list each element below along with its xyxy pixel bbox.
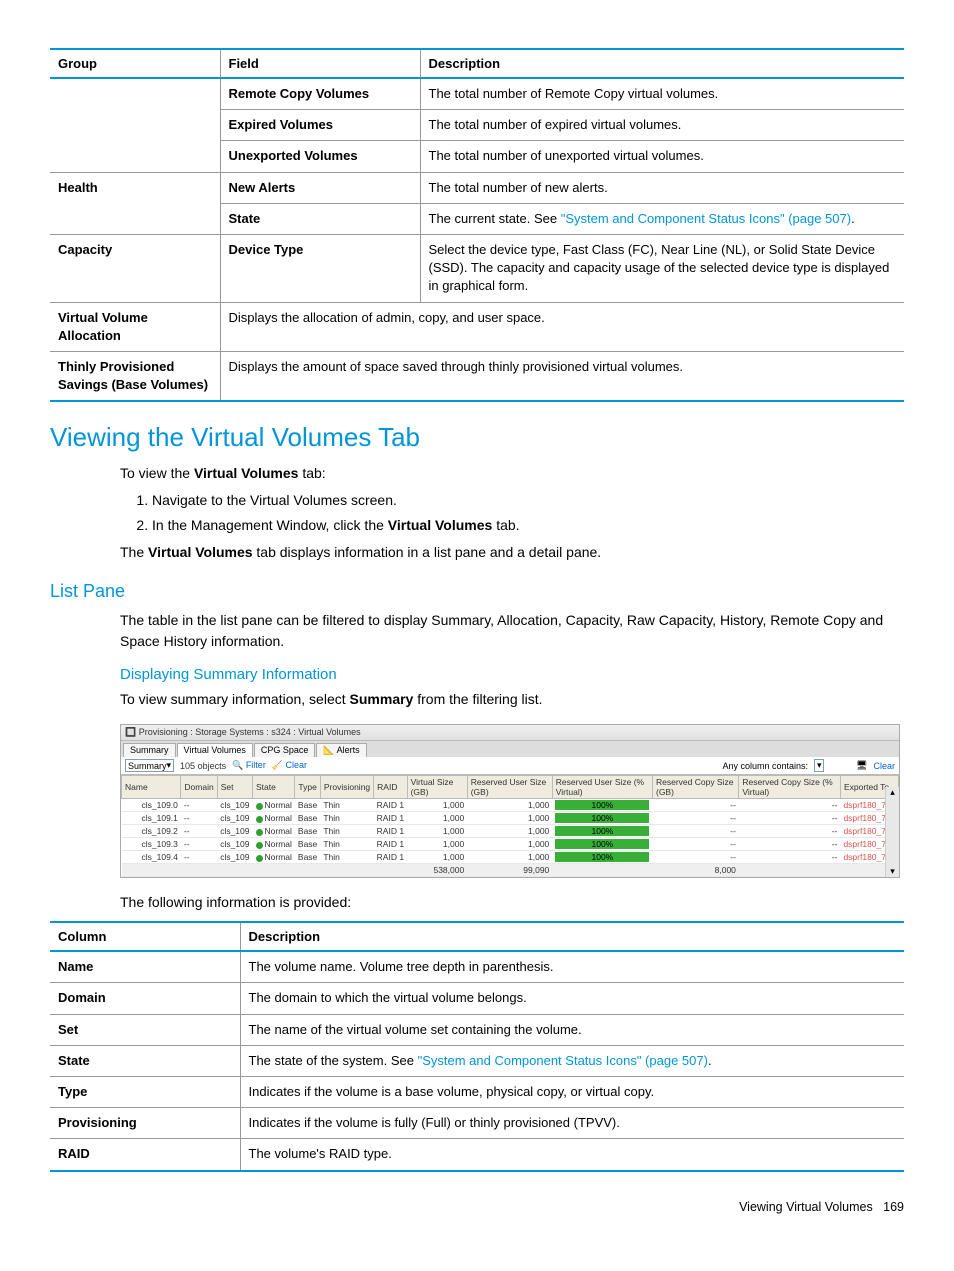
- status-dot-icon: [256, 816, 263, 823]
- cell-description: The volume name. Volume tree depth in pa…: [240, 951, 904, 983]
- status-dot-icon: [256, 855, 263, 862]
- grid-header[interactable]: RAID: [374, 776, 407, 799]
- any-column-label: Any column contains:: [723, 761, 809, 771]
- cell-desc: Displays the allocation of admin, copy, …: [220, 302, 904, 351]
- cell-group-capacity: Capacity: [50, 234, 220, 302]
- cell-description: The volume's RAID type.: [240, 1139, 904, 1171]
- scrollbar[interactable]: ▴ ▾: [885, 787, 899, 877]
- cell-column: Name: [50, 951, 240, 983]
- cell-description: Indicates if the volume is fully (Full) …: [240, 1108, 904, 1139]
- table-row[interactable]: cls_109.2--cls_109NormalBaseThinRAID 11,…: [122, 825, 899, 838]
- clear-link-2[interactable]: Clear: [873, 761, 895, 771]
- cell-field: Unexported Volumes: [220, 141, 420, 172]
- total-ruser: 99,090: [467, 864, 552, 877]
- cell-field: Expired Volumes: [220, 110, 420, 141]
- listpane-p: The table in the list pane can be filter…: [120, 610, 904, 652]
- cell-description: The domain to which the virtual volume b…: [240, 983, 904, 1014]
- th-column: Column: [50, 922, 240, 951]
- grid-header[interactable]: Reserved User Size (GB): [467, 776, 552, 799]
- link-status-icons[interactable]: "System and Component Status Icons" (pag…: [418, 1053, 708, 1068]
- status-dot-icon: [256, 829, 263, 836]
- cell-desc: The current state. See "System and Compo…: [420, 203, 904, 234]
- total-vsize: 538,000: [407, 864, 467, 877]
- grid-header[interactable]: Reserved Copy Size (% Virtual): [739, 776, 841, 799]
- table-row[interactable]: cls_109.0--cls_109NormalBaseThinRAID 11,…: [122, 799, 899, 812]
- th-description: Description: [420, 49, 904, 78]
- cell-desc: The total number of unexported virtual v…: [420, 141, 904, 172]
- step-1: Navigate to the Virtual Volumes screen.: [152, 490, 904, 511]
- cell-column: RAID: [50, 1139, 240, 1171]
- tab-strip: Summary Virtual Volumes CPG Space 📐 Aler…: [121, 741, 899, 757]
- cell-column: Domain: [50, 983, 240, 1014]
- scroll-up-icon[interactable]: ▴: [886, 787, 899, 798]
- table-row[interactable]: cls_109.3--cls_109NormalBaseThinRAID 11,…: [122, 838, 899, 851]
- cell-field: Device Type: [220, 234, 420, 302]
- heading-list-pane: List Pane: [50, 581, 904, 602]
- after-screenshot-p: The following information is provided:: [120, 892, 904, 913]
- grid-header[interactable]: State: [253, 776, 295, 799]
- page-footer: Viewing Virtual Volumes 169: [50, 1200, 904, 1214]
- filter-link[interactable]: 🔍 Filter: [232, 760, 266, 771]
- clear-link[interactable]: 🧹 Clear: [272, 760, 307, 771]
- step-2: In the Management Window, click the Virt…: [152, 515, 904, 536]
- cell-group-tps: Thinly Provisioned Savings (Base Volumes…: [50, 351, 220, 401]
- cell-group-health: Health: [50, 172, 220, 234]
- grid-header[interactable]: Type: [295, 776, 320, 799]
- th-field: Field: [220, 49, 420, 78]
- link-status-icons[interactable]: "System and Component Status Icons" (pag…: [561, 211, 851, 226]
- intro-line: To view the Virtual Volumes tab:: [120, 463, 904, 484]
- cell-field: Remote Copy Volumes: [220, 78, 420, 110]
- summary-p: To view summary information, select Summ…: [120, 689, 904, 710]
- cell-field: New Alerts: [220, 172, 420, 203]
- tab-summary[interactable]: Summary: [123, 743, 176, 757]
- table-row[interactable]: cls_109.4--cls_109NormalBaseThinRAID 11,…: [122, 851, 899, 864]
- status-dot-icon: [256, 803, 263, 810]
- total-rcopy: 8,000: [652, 864, 738, 877]
- status-dot-icon: [256, 842, 263, 849]
- cell-group-blank: [50, 78, 220, 172]
- heading-viewing-vv-tab: Viewing the Virtual Volumes Tab: [50, 422, 904, 453]
- cell-description: The name of the virtual volume set conta…: [240, 1014, 904, 1045]
- grid-header[interactable]: Domain: [181, 776, 217, 799]
- tab-virtual-volumes[interactable]: Virtual Volumes: [177, 743, 253, 757]
- group-field-description-table: Group Field Description Remote Copy Volu…: [50, 48, 904, 402]
- tab-cpg-space[interactable]: CPG Space: [254, 743, 316, 757]
- cell-desc: The total number of expired virtual volu…: [420, 110, 904, 141]
- anycol-dropdown[interactable]: ▾: [814, 759, 824, 772]
- object-count: 105 objects: [180, 761, 226, 771]
- below-steps: The Virtual Volumes tab displays informa…: [120, 542, 904, 563]
- tab-alerts[interactable]: 📐 Alerts: [316, 743, 366, 757]
- th-description: Description: [240, 922, 904, 951]
- cell-description: The state of the system. See "System and…: [240, 1045, 904, 1076]
- grid-header[interactable]: Set: [217, 776, 252, 799]
- cell-group-vva: Virtual Volume Allocation: [50, 302, 220, 351]
- embedded-screenshot: 🔲 Provisioning : Storage Systems : s324 …: [120, 724, 900, 878]
- cell-column: Type: [50, 1077, 240, 1108]
- cell-field: State: [220, 203, 420, 234]
- cell-desc: The total number of Remote Copy virtual …: [420, 78, 904, 110]
- heading-displaying-summary: Displaying Summary Information: [120, 666, 904, 683]
- table-row[interactable]: cls_109.1--cls_109NormalBaseThinRAID 11,…: [122, 812, 899, 825]
- grid-header[interactable]: Reserved Copy Size (GB): [652, 776, 738, 799]
- breadcrumb: 🔲 Provisioning : Storage Systems : s324 …: [125, 727, 361, 737]
- cell-desc: Displays the amount of space saved throu…: [220, 351, 904, 401]
- scroll-down-icon[interactable]: ▾: [886, 866, 899, 877]
- filter-dropdown[interactable]: Summary ▾: [125, 759, 174, 772]
- cell-column: Set: [50, 1014, 240, 1045]
- grid-header[interactable]: Virtual Size (GB): [407, 776, 467, 799]
- cell-desc: Select the device type, Fast Class (FC),…: [420, 234, 904, 302]
- cell-column: Provisioning: [50, 1108, 240, 1139]
- column-description-table: Column Description NameThe volume name. …: [50, 921, 904, 1171]
- cell-desc: The total number of new alerts.: [420, 172, 904, 203]
- th-group: Group: [50, 49, 220, 78]
- grid-header[interactable]: Provisioning: [320, 776, 373, 799]
- export-icon[interactable]: 🖥: [856, 760, 867, 771]
- vv-grid: NameDomainSetStateTypeProvisioningRAIDVi…: [121, 775, 899, 877]
- grid-header[interactable]: Name: [122, 776, 181, 799]
- grid-header[interactable]: Reserved User Size (% Virtual): [552, 776, 652, 799]
- cell-description: Indicates if the volume is a base volume…: [240, 1077, 904, 1108]
- cell-column: State: [50, 1045, 240, 1076]
